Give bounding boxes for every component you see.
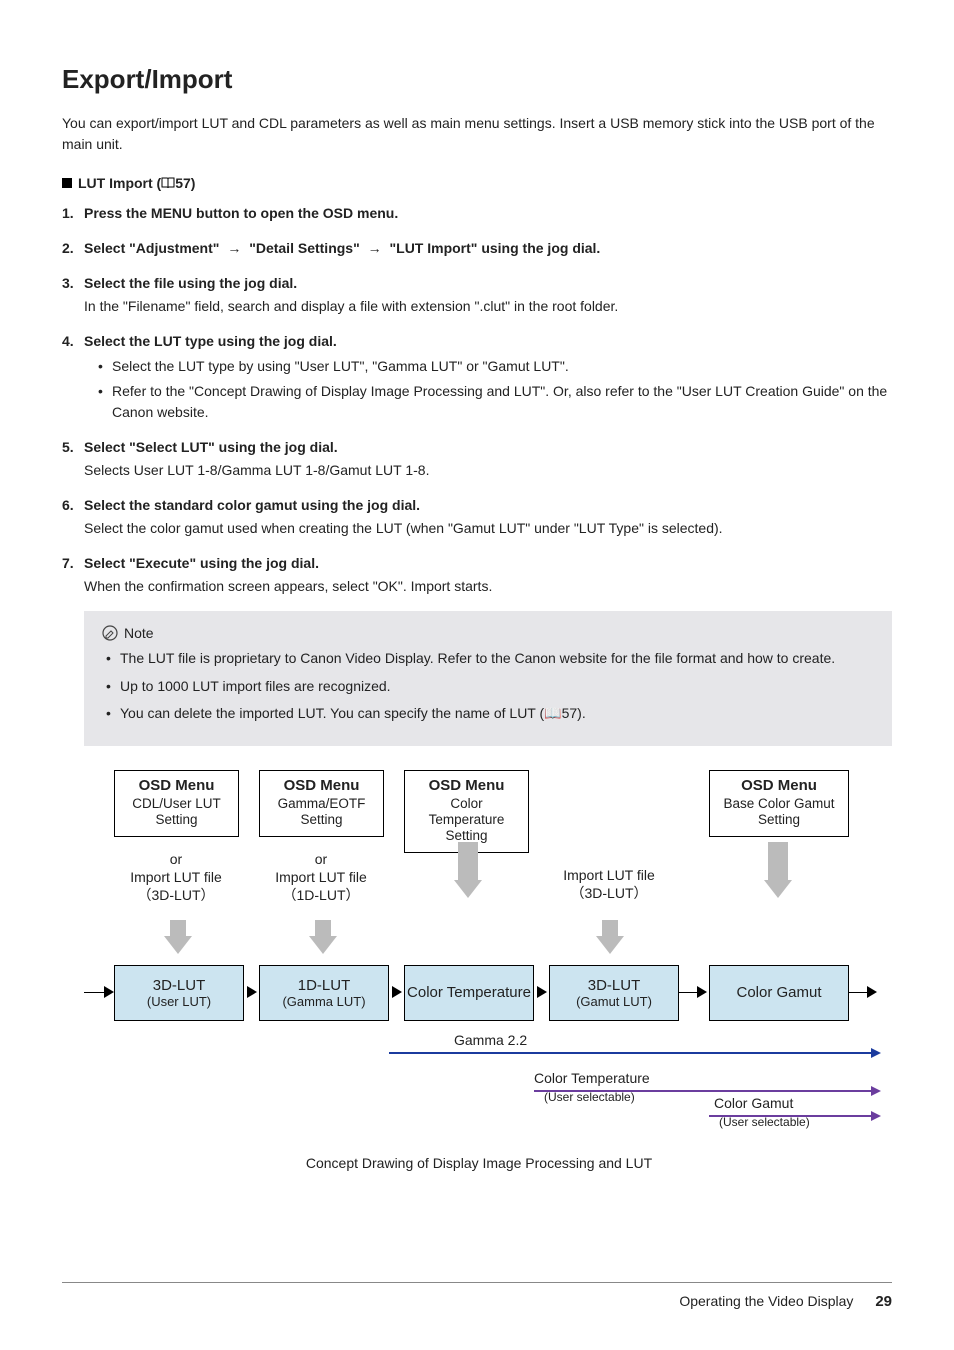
diagram: OSD Menu CDL/User LUT Setting OSD Menu G…: [84, 770, 874, 1170]
down-arrow-icon: [764, 842, 792, 876]
step-1: 1. Press the MENU button to open the OSD…: [62, 203, 892, 224]
note-label: Note: [124, 625, 154, 641]
right-arrow-icon: [697, 986, 707, 998]
step-3: 3. Select the file using the jog dial. I…: [62, 273, 892, 317]
footer-text: Operating the Video Display: [679, 1293, 853, 1309]
ct-sub: (User selectable): [544, 1090, 635, 1104]
steps-list: 1. Press the MENU button to open the OSD…: [62, 203, 892, 597]
section-heading-ref: 57): [175, 175, 195, 191]
lut-box-gamma: 1D-LUT (Gamma LUT): [259, 965, 389, 1021]
diagram-caption: Concept Drawing of Display Image Process…: [84, 1155, 874, 1171]
cg-label: Color Gamut: [714, 1095, 793, 1111]
osd-box-1: OSD Menu CDL/User LUT Setting: [114, 770, 239, 837]
lut-box-ct: Color Temperature: [404, 965, 534, 1021]
pencil-circle-icon: [102, 625, 118, 641]
book-icon: [161, 177, 175, 189]
right-arrow-icon: [867, 986, 877, 998]
mid-text-3: Import LUT file （3D-LUT）: [539, 866, 679, 902]
right-arrow-icon: [537, 986, 547, 998]
step-5: 5. Select "Select LUT" using the jog dia…: [62, 437, 892, 481]
section-heading-pre: LUT Import (: [78, 175, 161, 191]
right-arrow-icon: [84, 992, 106, 994]
ct-label: Color Temperature: [534, 1070, 650, 1086]
note-bullets: The LUT file is proprietary to Canon Vid…: [102, 649, 874, 724]
lut-box-cg: Color Gamut: [709, 965, 849, 1021]
page-title: Export/Import: [62, 64, 892, 95]
gamma-label: Gamma 2.2: [454, 1032, 527, 1048]
page-number: 29: [875, 1293, 892, 1310]
step-2: 2. Select "Adjustment" → "Detail Setting…: [62, 238, 892, 259]
section-heading: LUT Import ( 57): [62, 175, 892, 191]
down-arrow-icon: [596, 920, 624, 954]
mid-text-2: or Import LUT file （1D-LUT）: [251, 850, 391, 905]
intro-text: You can export/import LUT and CDL parame…: [62, 113, 892, 155]
footer: Operating the Video Display 29: [62, 1282, 892, 1310]
note-header: Note: [102, 625, 874, 641]
step-4: 4. Select the LUT type using the jog dia…: [62, 331, 892, 423]
mid-text-1: or Import LUT file （3D-LUT）: [106, 850, 246, 905]
square-bullet-icon: [62, 178, 72, 188]
right-arrow-icon: [104, 986, 114, 998]
lut-box-gamut: 3D-LUT (Gamut LUT): [549, 965, 679, 1021]
down-arrow-icon: [164, 920, 192, 954]
right-arrow-icon: [247, 986, 257, 998]
osd-box-2: OSD Menu Gamma/EOTF Setting: [259, 770, 384, 837]
lut-box-user: 3D-LUT (User LUT): [114, 965, 244, 1021]
note-box: Note The LUT file is proprietary to Cano…: [84, 611, 892, 746]
right-arrow-icon: [392, 986, 402, 998]
osd-box-4: OSD Menu Base Color Gamut Setting: [709, 770, 849, 837]
arrow-icon: →: [223, 240, 245, 256]
step-6: 6. Select the standard color gamut using…: [62, 495, 892, 539]
down-arrow-icon: [454, 842, 482, 876]
cg-sub: (User selectable): [719, 1115, 810, 1129]
step-4-bullets: Select the LUT type by using "User LUT",…: [84, 356, 892, 423]
arrow-icon: →: [364, 240, 386, 256]
blue-line: [389, 1052, 879, 1054]
down-arrow-icon: [309, 920, 337, 954]
step-7: 7. Select "Execute" using the jog dial. …: [62, 553, 892, 597]
